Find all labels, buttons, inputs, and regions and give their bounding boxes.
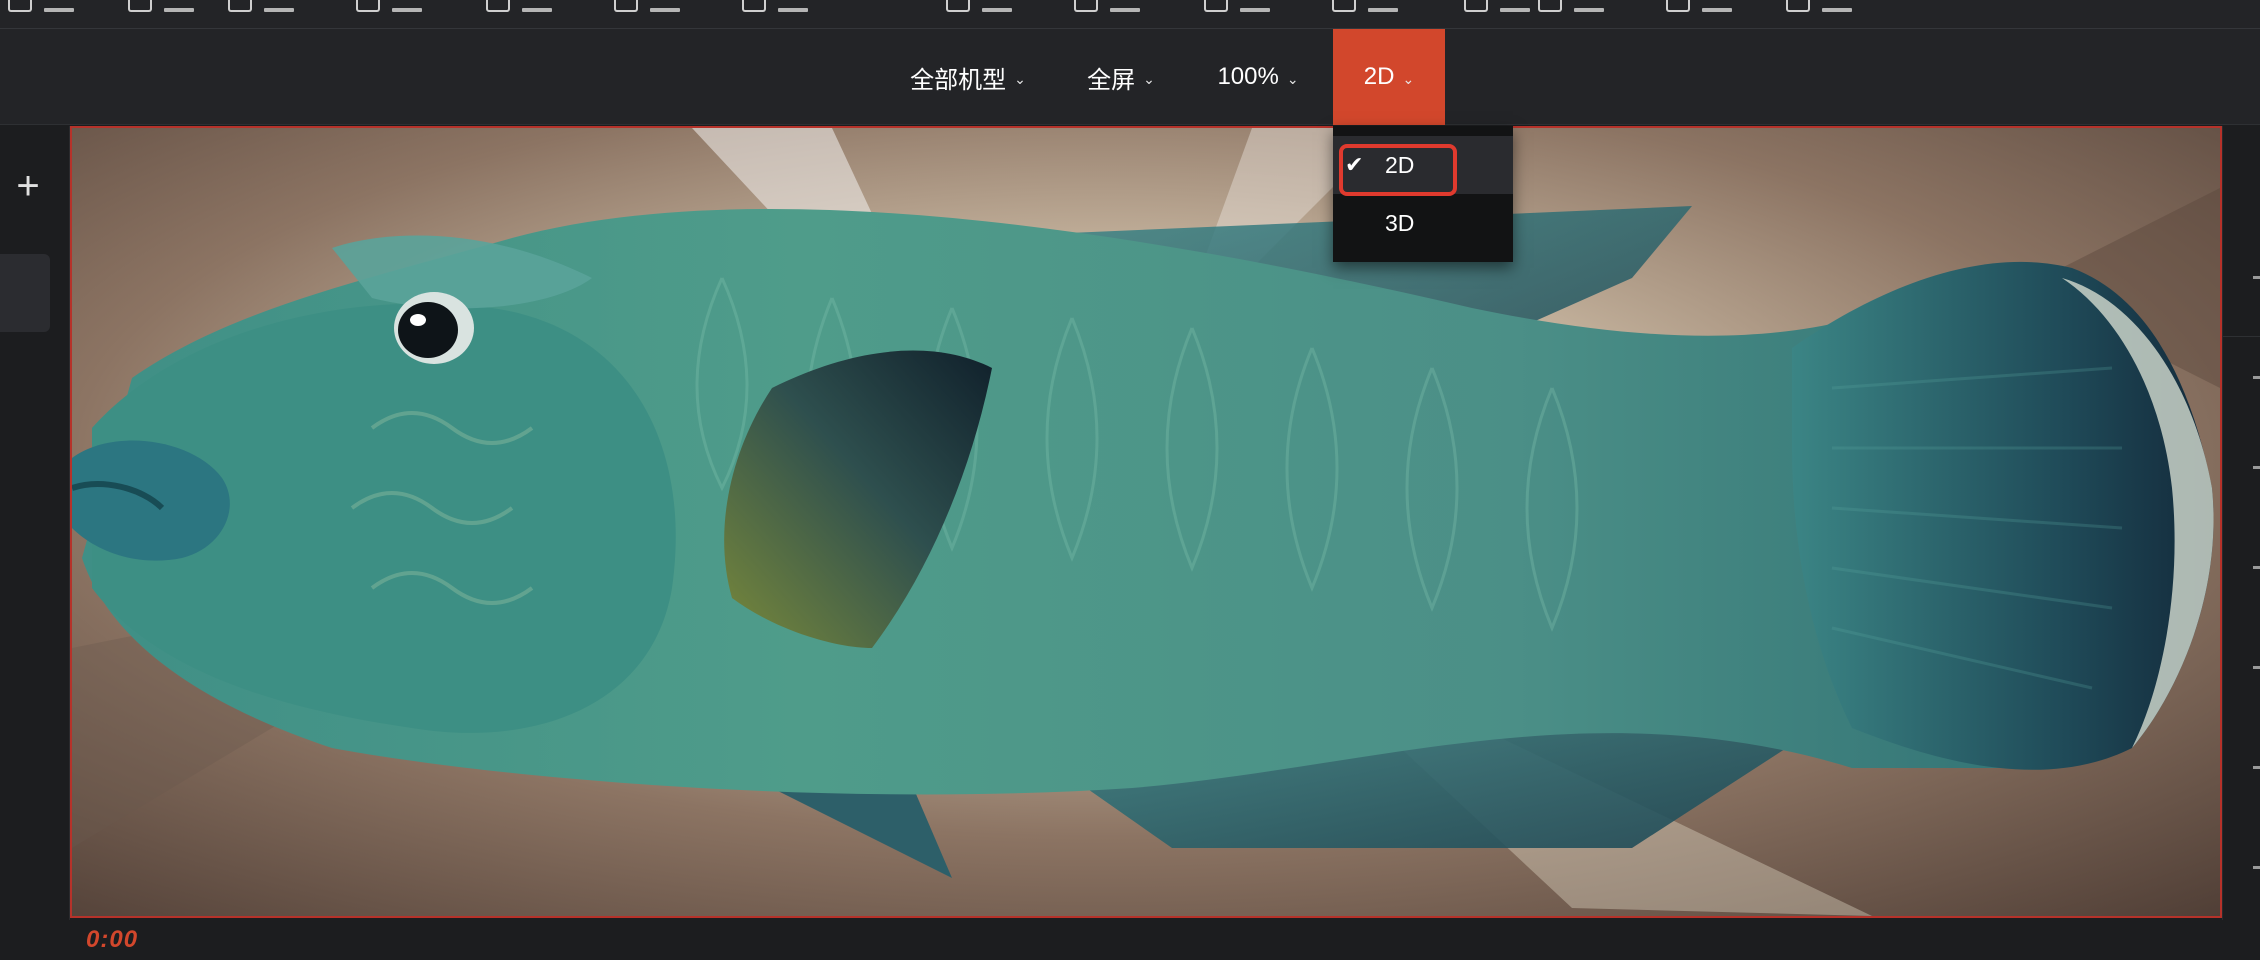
preview-toolbar: 全部机型 ⌄ 全屏 ⌄ 100% ⌄ 2D ⌄ [0,29,2260,125]
checkbox-icon[interactable] [8,0,32,12]
top-checkbox-item[interactable] [1786,0,1852,12]
top-checkbox-item[interactable] [742,0,808,12]
chevron-down-icon: ⌄ [1014,70,1026,87]
divider [2223,336,2260,337]
checkbox-icon[interactable] [1538,0,1562,12]
top-checkbox-item[interactable] [1464,0,1530,12]
zoom-label: 100% [1217,63,1279,90]
zoom-select-button[interactable]: 100% ⌄ [1206,29,1310,125]
panel-handle[interactable] [2253,466,2260,469]
fullscreen-label: 全屏 [1087,66,1136,94]
top-checkbox-item[interactable] [946,0,1012,12]
preview-canvas[interactable] [70,126,2222,918]
left-sidebar: + [0,126,70,920]
checkbox-icon[interactable] [946,0,970,12]
checkbox-icon[interactable] [1204,0,1228,12]
panel-handle[interactable] [2253,766,2260,769]
chevron-down-icon: ⌄ [1143,70,1155,87]
panel-handle[interactable] [2253,866,2260,869]
top-checkbox-item[interactable] [228,0,294,12]
checkbox-icon[interactable] [486,0,510,12]
fullscreen-button[interactable]: 全屏 ⌄ [1078,29,1164,125]
dropdown-option-label: 3D [1385,209,1415,236]
add-button[interactable]: + [8,166,48,206]
top-menu-strip [0,0,2260,29]
view-mode-label: 2D [1363,63,1395,90]
checkbox-icon[interactable] [614,0,638,12]
plus-icon: + [16,164,40,208]
checkbox-icon[interactable] [1666,0,1690,12]
right-sidebar [2222,126,2260,920]
top-checkbox-item[interactable] [1332,0,1398,12]
checkbox-icon[interactable] [1464,0,1488,12]
panel-handle[interactable] [2253,666,2260,669]
timeline-bar: 0:00 [0,920,2260,960]
view-mode-dropdown: ✔ 2D 3D [1333,126,1513,262]
top-checkbox-item[interactable] [614,0,680,12]
panel-handle[interactable] [2253,276,2260,279]
checkbox-icon[interactable] [1074,0,1098,12]
dropdown-option-2d[interactable]: ✔ 2D [1333,136,1513,196]
checkbox-icon[interactable] [1332,0,1356,12]
checkbox-icon[interactable] [742,0,766,12]
top-checkbox-item[interactable] [1204,0,1270,12]
checkbox-icon[interactable] [228,0,252,12]
chevron-down-icon: ⌄ [1402,70,1415,87]
device-select-button[interactable]: 全部机型 ⌄ [898,29,1038,125]
top-checkbox-item[interactable] [356,0,422,12]
checkbox-icon[interactable] [128,0,152,12]
top-checkbox-item[interactable] [8,0,74,12]
panel-handle[interactable] [2253,566,2260,569]
top-checkbox-item[interactable] [1666,0,1732,12]
top-checkbox-item[interactable] [128,0,194,12]
sidebar-item[interactable] [0,254,50,332]
timeline-time: 0:00 [86,926,139,953]
panel-handle[interactable] [2253,376,2260,379]
top-checkbox-item[interactable] [1074,0,1140,12]
device-select-label: 全部机型 [910,66,1007,94]
selection-highlight [1339,144,1457,196]
checkbox-icon[interactable] [1786,0,1810,12]
checkbox-icon[interactable] [356,0,380,12]
top-checkbox-item[interactable] [486,0,552,12]
top-checkbox-item[interactable] [1538,0,1604,12]
fish-illustration [72,128,2220,916]
view-mode-button[interactable]: 2D ⌄ [1333,29,1445,125]
dropdown-option-3d[interactable]: 3D [1333,194,1513,252]
chevron-down-icon: ⌄ [1286,70,1299,87]
